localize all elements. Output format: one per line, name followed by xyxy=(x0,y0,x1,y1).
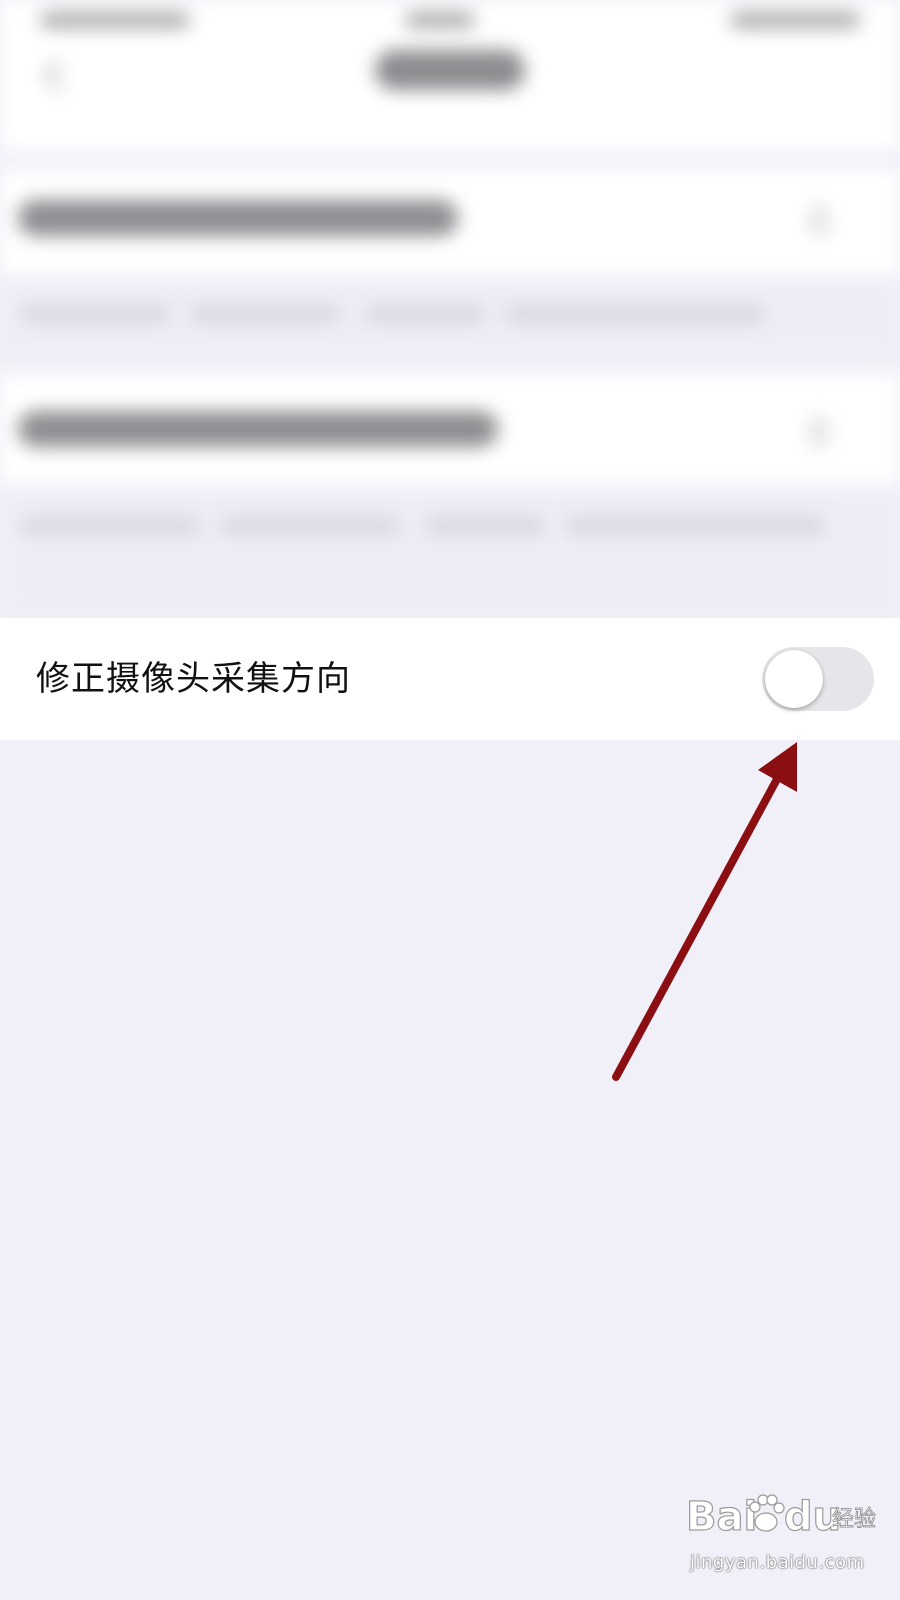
blurred-region xyxy=(0,0,900,618)
status-bar xyxy=(0,0,900,40)
page-title xyxy=(375,50,525,90)
setting-label: 修正摄像头采集方向 xyxy=(36,659,351,699)
watermark-url: jingyan.baidu.com xyxy=(690,1552,865,1573)
chevron-right-icon xyxy=(810,204,828,238)
camera-orientation-toggle[interactable] xyxy=(762,647,874,711)
navigation-bar xyxy=(0,40,900,150)
settings-note xyxy=(0,275,900,355)
back-icon[interactable] xyxy=(40,58,66,94)
annotation-arrow-head xyxy=(758,742,797,792)
settings-item[interactable] xyxy=(0,375,900,485)
setting-row-camera-orientation: 修正摄像头采集方向 xyxy=(0,618,900,740)
settings-note xyxy=(0,485,900,618)
settings-item[interactable] xyxy=(0,170,900,275)
svg-text:经验: 经验 xyxy=(832,1507,876,1532)
toggle-knob[interactable] xyxy=(765,650,823,708)
baidu-logo: Bai du 经验 xyxy=(686,1493,876,1540)
annotation-arrow-shaft xyxy=(612,764,787,1081)
baidu-jingyan-watermark: Bai du 经验 jingyan.baidu.com xyxy=(686,1478,876,1578)
chevron-right-icon xyxy=(810,415,828,449)
svg-text:Bai: Bai xyxy=(686,1494,757,1540)
